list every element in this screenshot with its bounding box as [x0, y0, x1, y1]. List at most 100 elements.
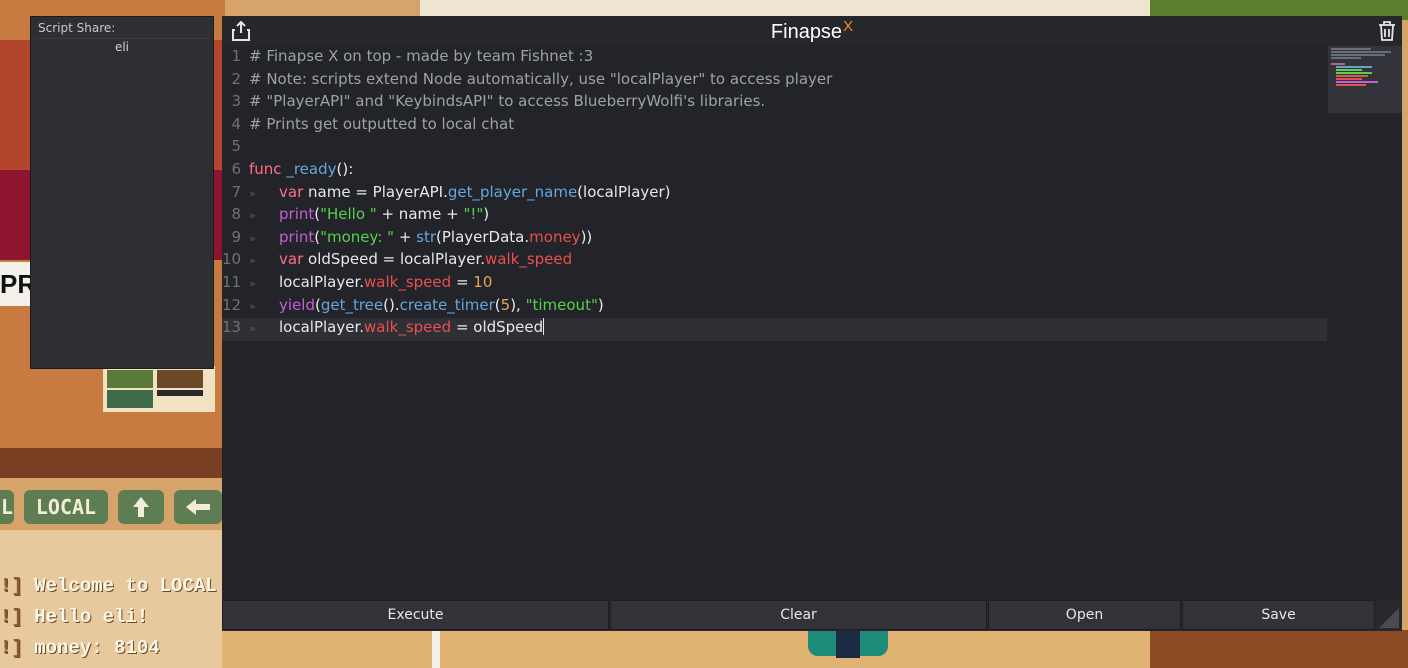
- text-cursor: [543, 318, 545, 336]
- line-number: 9: [231, 227, 241, 246]
- line-number: 13: [222, 318, 242, 337]
- code-line[interactable]: 8» print("Hello " + name + "!"): [222, 205, 1327, 228]
- line-number: 6: [231, 160, 241, 178]
- code-token: "timeout": [525, 295, 598, 314]
- code-text: » yield(get_tree().create_timer(5), "time…: [249, 296, 604, 314]
- code-token: walk_speed: [364, 273, 452, 291]
- game-floor-right: [1150, 630, 1408, 668]
- game-wall-post: [432, 630, 440, 668]
- code-line[interactable]: 2 # Note: scripts extend Node automatical…: [222, 70, 1327, 93]
- code-token: 5: [500, 295, 511, 314]
- code-token: localPlayer.: [279, 273, 365, 291]
- script-share-item[interactable]: eli: [35, 38, 209, 57]
- game-shelf: [0, 448, 225, 478]
- code-token: ),: [510, 295, 526, 314]
- code-token: # Prints get outputted to local chat: [249, 114, 515, 133]
- code-token: ():: [336, 160, 354, 178]
- chat-tab-local[interactable]: LOCAL: [24, 490, 108, 524]
- code-line[interactable]: 12» yield(get_tree().create_timer(5), "ti…: [222, 296, 1327, 319]
- code-token: walk_speed: [364, 318, 452, 337]
- script-share-panel: Script Share: eli: [30, 16, 214, 369]
- code-token: localPlayer.: [279, 318, 365, 337]
- code-token: walk_speed: [485, 250, 573, 269]
- chat-message: !] Hello eli!: [0, 606, 149, 628]
- code-token: +: [394, 227, 417, 246]
- code-token: "money: ": [320, 227, 395, 246]
- clear-button[interactable]: Clear: [610, 600, 987, 630]
- line-number: 1: [231, 47, 241, 65]
- arrow-up-icon: [133, 497, 149, 517]
- code-text: » print("Hello " + name + "!"): [249, 205, 489, 223]
- chat-message: !] money: 8104: [0, 637, 160, 659]
- execute-button[interactable]: Execute: [222, 600, 609, 630]
- line-number: 5: [231, 137, 241, 156]
- code-token: str: [416, 227, 437, 246]
- code-token: money: [529, 227, 581, 246]
- line-number: 11: [222, 273, 242, 291]
- code-token: 10: [473, 273, 493, 291]
- code-text: # Prints get outputted to local chat: [249, 115, 514, 133]
- code-token: get_tree: [320, 295, 384, 314]
- code-token: )): [580, 227, 593, 246]
- window-header[interactable]: FinapseX: [222, 16, 1402, 46]
- code-line[interactable]: 13 » localPlayer.walk_speed = oldSpeed: [222, 318, 1327, 341]
- code-text: # Note: scripts extend Node automaticall…: [249, 70, 832, 88]
- code-token: (PlayerData.: [436, 227, 530, 246]
- chat-scroll-up-button[interactable]: [118, 490, 164, 524]
- line-number: 8: [231, 205, 241, 224]
- save-button[interactable]: Save: [1182, 600, 1375, 630]
- code-line[interactable]: 11 » localPlayer.walk_speed = 10: [222, 273, 1327, 296]
- indent-marker: »: [249, 209, 256, 223]
- indent-marker: »: [249, 299, 256, 313]
- game-sign: PRI: [0, 262, 32, 306]
- player-character-legs: [836, 630, 860, 658]
- title-superscript: X: [843, 18, 854, 35]
- code-line[interactable]: 4 # Prints get outputted to local chat: [222, 115, 1327, 138]
- code-line[interactable]: 1 # Finapse X on top - made by team Fishn…: [222, 47, 1327, 70]
- code-token: # Note: scripts extend Node automaticall…: [249, 69, 833, 88]
- code-minimap[interactable]: [1328, 46, 1402, 113]
- code-text: » print("money: " + str(PlayerData.money)…: [249, 228, 592, 246]
- script-share-title: Script Share:: [38, 21, 116, 35]
- code-editor[interactable]: 1 # Finapse X on top - made by team Fishn…: [222, 46, 1402, 599]
- code-token: func: [249, 160, 282, 178]
- code-line[interactable]: 6 func _ready():: [222, 160, 1327, 183]
- code-token: get_player_name: [447, 182, 578, 201]
- line-number: 3: [231, 92, 241, 111]
- open-button[interactable]: Open: [988, 600, 1181, 630]
- chat-back-button[interactable]: [174, 490, 222, 524]
- code-token: yield: [279, 295, 315, 314]
- indent-marker: »: [249, 277, 256, 290]
- trash-icon[interactable]: [1378, 21, 1396, 41]
- code-line[interactable]: 9 » print("money: " + str(PlayerData.money…: [222, 228, 1327, 251]
- code-text: # Finapse X on top - made by team Fishne…: [249, 47, 593, 65]
- code-text: » localPlayer.walk_speed = oldSpeed: [249, 318, 545, 337]
- code-token: create_timer: [399, 295, 495, 314]
- code-token: print: [279, 205, 315, 224]
- line-number: 7: [231, 182, 241, 201]
- code-text: » var name = PlayerAPI.get_player_name(lo…: [249, 183, 671, 201]
- chat-tab-global[interactable]: L: [0, 490, 14, 524]
- window-title: FinapseX: [770, 18, 854, 43]
- code-line[interactable]: 5: [222, 137, 1327, 160]
- code-token: "!": [463, 205, 484, 224]
- code-token: _ready: [286, 160, 337, 178]
- code-token: oldSpeed = localPlayer.: [303, 250, 486, 269]
- indent-marker: »: [249, 322, 256, 336]
- code-token: "Hello ": [320, 205, 377, 224]
- action-bar: Execute Clear Open Save: [222, 599, 1402, 631]
- resize-handle-icon[interactable]: [1378, 607, 1400, 629]
- code-token: name = PlayerAPI.: [303, 182, 448, 201]
- code-line[interactable]: 10 » var oldSpeed = localPlayer.walk_speed: [222, 250, 1327, 273]
- code-text: » localPlayer.walk_speed = 10: [249, 273, 492, 291]
- code-line[interactable]: 7 » var name = PlayerAPI.get_player_name(l…: [222, 183, 1327, 206]
- code-token: ): [597, 295, 604, 314]
- line-number: 12: [222, 295, 242, 314]
- code-token: (localPlayer): [577, 182, 671, 201]
- code-token: = oldSpeed: [451, 318, 544, 337]
- code-token: # "PlayerAPI" and "KeybindsAPI" to acces…: [249, 92, 766, 111]
- code-token: var: [279, 182, 304, 201]
- chat-message: !] Welcome to LOCAL c: [0, 575, 240, 597]
- code-line[interactable]: 3 # "PlayerAPI" and "KeybindsAPI" to acce…: [222, 92, 1327, 115]
- finapse-window: FinapseX 1 # Finapse X on top - made by t…: [222, 16, 1402, 631]
